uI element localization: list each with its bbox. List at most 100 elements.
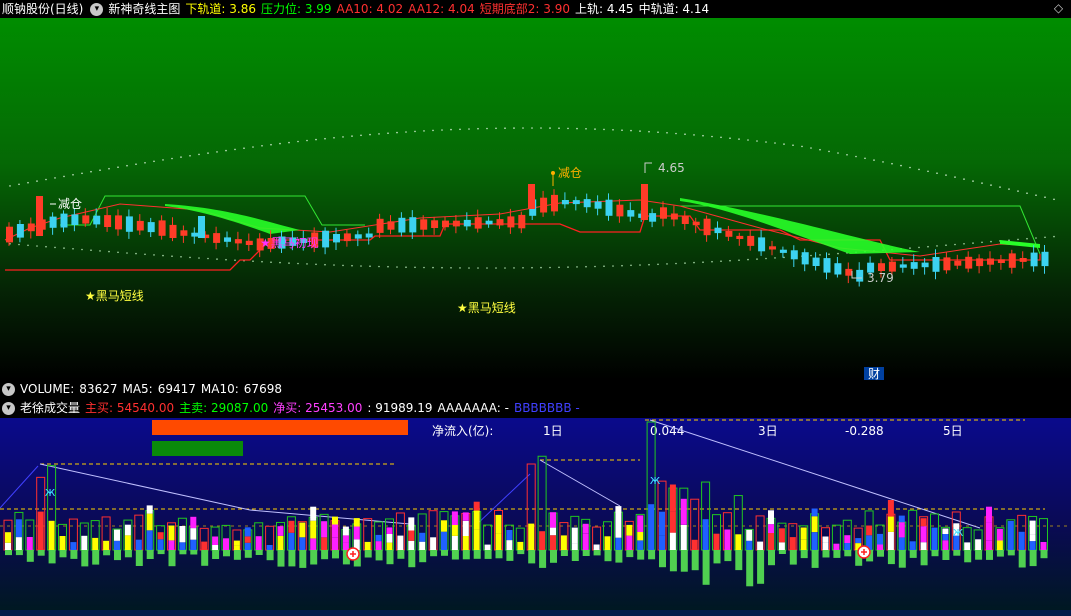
candle [507,216,515,228]
dark-horse-appear-label: ★黑马初现 [260,236,319,250]
indicator-name[interactable]: 新神奇线主图 [108,2,180,16]
lower-band-dot [828,253,830,255]
lower-band-dot [99,250,101,252]
volume-bar-segment [637,532,644,541]
lower-band-dot [630,264,632,267]
lower-band-dot [162,254,164,257]
butterfly-icon: ж [953,525,964,539]
volume-bar-segment [582,523,589,534]
trade-volume-panel[interactable]: 净流入(亿): 1日 0.044 3日 -0.288 5日 ж ж ж [0,418,1071,610]
volume-bar-segment [386,542,393,550]
net-sell-bar [964,550,972,563]
volume-bar-segment [342,535,349,543]
net-sell-bar [833,550,841,558]
main-buy-bar [152,420,408,435]
net-sell-bar [920,550,928,566]
volume-bar-segment [582,533,589,550]
net-sell-bar [299,550,307,568]
volume-bar-segment [310,506,317,521]
volume-bar-segment [877,533,883,545]
net-sell-bar [942,550,950,560]
volume-bar-segment [898,537,905,550]
volume-bar-segment [451,535,458,550]
trade-title[interactable]: 老徐成交量 [20,401,80,415]
candle [198,216,205,238]
upper-band-dot [207,152,209,154]
candle [16,224,24,238]
volume-bar-segment [386,534,393,543]
candle [725,231,733,237]
netflow-1day: 1日 [543,424,563,438]
net-sell-bar [157,550,165,555]
upper-band-dot [387,132,389,134]
lower-band-dot [315,263,317,266]
candle [463,219,471,227]
upper-band-dot [450,128,452,131]
volume-bar-segment [866,525,873,536]
collapse-icon[interactable]: ▾ [90,3,104,16]
upper-band-dot [576,127,578,130]
volume-bar-segment [680,524,687,550]
lower-band-dot [657,263,659,266]
volume-bar-segment [103,540,110,550]
lower-band-dot [144,253,146,256]
upper-band-dot [531,127,533,129]
lower-band-dot [63,247,65,249]
window-toggle-icon[interactable]: ◇ [1052,2,1065,15]
upper-band-dot [297,140,299,143]
upper-band-dot [954,176,956,178]
volume-bar-segment [964,542,971,550]
upper-band-dot [639,130,641,132]
trade-value-4: AAAAAAA: - [437,401,509,415]
candle [333,234,340,243]
net-sell-bar [233,550,241,560]
volume-bar-segment [757,541,764,550]
net-sell-bar [484,550,492,559]
upper-band-dot [1017,190,1019,192]
candlestick-chart: 减仓减仓 4.653.79★黑马初现★黑马短线★黑马短线财 [4,127,1055,380]
collapse-icon[interactable]: ▾ [2,383,15,396]
lower-band-dot [594,265,596,268]
candle [354,234,362,239]
lower-band-dot [171,255,173,257]
candle [365,233,373,238]
trade-value-0: 主买: 54540.00 [85,401,175,415]
lower-band-dot [126,252,128,254]
lower-band-dot [117,251,119,254]
net-sell-bar [582,550,590,556]
trend-line [0,465,39,509]
volume-bar-segment [822,542,829,550]
upper-band-dot [135,163,137,165]
candle [921,262,929,268]
volume-bar-segment [822,536,829,543]
volume-bar-segment [593,544,600,550]
trade-value-5: BBBBBBB - [513,401,580,415]
candle [485,220,493,225]
upper-band-dot [720,136,722,139]
volume-bar-segment [332,537,338,550]
volume-bar-segment [571,527,578,535]
volume-bar-segment [615,537,622,550]
candle [376,218,384,233]
net-sell-bar [37,550,45,556]
candle [714,227,722,234]
volume-bar-segment [626,535,633,550]
volume-bar-segment [887,516,894,532]
lower-band-dot [954,243,956,246]
collapse-icon[interactable]: ▾ [2,402,15,415]
price-chart-panel[interactable]: 减仓 减仓 4.65 3.79 ★黑马初现 ★黑马短线 ★黑马短线财 [0,18,1071,380]
volume-bar-segment [484,544,491,550]
volume-bar-segment [887,500,894,517]
volume-bar-segment [353,518,360,527]
upper-band-dot [279,142,281,145]
volume-bar-segment [375,534,382,542]
candle [49,216,57,228]
indicator-value-4: 短期底部2: 3.90 [479,2,570,16]
indicator-values: 下轨道: 3.86 压力位: 3.99 AA10: 4.02 AA12: 4.04 短期… [185,2,714,16]
net-sell-bar [844,550,852,557]
net-sell-bar [604,550,612,562]
net-sell-bar [746,550,754,587]
volume-bar-segment [5,532,11,543]
volume-bar-segment [59,536,66,550]
net-sell-bar [168,550,176,567]
